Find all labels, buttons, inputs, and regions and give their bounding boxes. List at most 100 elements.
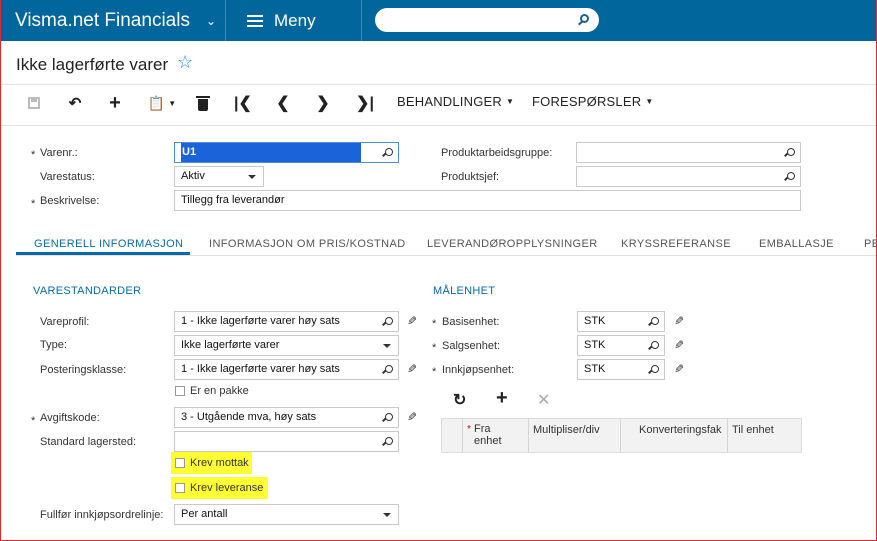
edit-pencil-icon[interactable]: ✎ xyxy=(407,410,417,424)
search-icon[interactable] xyxy=(385,148,393,156)
product-manager-label: Produktsjef: xyxy=(441,171,500,183)
inquiries-menu[interactable]: FORESPØRSLER ▼ xyxy=(532,94,653,109)
tax-code-value: 3 - Utgående mva, høy sats xyxy=(181,411,317,423)
item-no-value: U1 xyxy=(181,143,361,162)
description-field[interactable]: Tillegg fra leverandør xyxy=(174,190,801,211)
product-group-field[interactable] xyxy=(576,142,801,163)
caret-down-icon: ▼ xyxy=(645,97,654,106)
copy-paste-button[interactable]: 📋 ▼ xyxy=(146,92,178,114)
edit-pencil-icon[interactable]: ✎ xyxy=(674,338,684,352)
complete-po-line-select[interactable]: Per antall xyxy=(174,504,399,525)
dropdown-arrow-icon xyxy=(248,175,256,179)
default-warehouse-field[interactable] xyxy=(174,431,399,452)
tab-vendor-details[interactable]: LEVERANDØROPPLYSNINGER xyxy=(427,238,598,250)
is-kit-checkbox[interactable] xyxy=(175,386,185,396)
required-mark: * xyxy=(31,149,36,161)
grid-row-selector xyxy=(442,419,462,452)
save-button[interactable] xyxy=(26,92,42,114)
require-shipment-checkbox[interactable] xyxy=(175,483,185,493)
add-button[interactable]: + xyxy=(106,92,124,114)
type-label: Type: xyxy=(40,339,67,351)
favorite-star-icon[interactable]: ☆ xyxy=(177,52,193,73)
trash-icon xyxy=(196,95,210,111)
search-icon[interactable] xyxy=(651,317,659,325)
required-mark: * xyxy=(467,424,471,435)
tax-code-field[interactable]: 3 - Utgående mva, høy sats xyxy=(174,407,399,428)
main-menu-button[interactable]: Meny xyxy=(227,0,362,41)
product-manager-field[interactable] xyxy=(576,166,801,187)
item-class-field[interactable]: 1 - Ikke lagerførte varer høy sats xyxy=(174,311,399,332)
divider xyxy=(16,255,877,256)
search-icon[interactable] xyxy=(385,365,393,373)
first-icon: |❮ xyxy=(234,95,252,112)
item-no-label: Varenr.: xyxy=(40,147,78,159)
chevron-left-icon: ❮ xyxy=(276,95,290,112)
edit-pencil-icon[interactable]: ✎ xyxy=(674,362,684,376)
grid-header-to-unit[interactable]: Til enhet xyxy=(727,419,801,452)
posting-class-field[interactable]: 1 - Ikke lagerførte varer høy sats xyxy=(174,359,399,380)
page-title: Ikke lagerførte varer xyxy=(16,55,169,74)
default-warehouse-label: Standard lagersted: xyxy=(40,436,137,448)
edit-pencil-icon[interactable]: ✎ xyxy=(407,314,417,328)
dropdown-arrow-icon xyxy=(383,344,391,348)
sales-unit-label: Salgsenhet: xyxy=(442,340,501,352)
undo-icon: ↶ xyxy=(68,95,82,112)
tab-price-cost-info[interactable]: INFORMASJON OM PRIS/KOSTNAD xyxy=(209,238,406,250)
caret-down-icon: ▼ xyxy=(168,98,177,108)
app-switcher[interactable]: Visma.net Financials ⌄ xyxy=(0,0,226,41)
base-unit-field[interactable]: STK xyxy=(577,311,665,332)
dropdown-arrow-icon xyxy=(383,513,391,517)
sales-unit-field[interactable]: STK xyxy=(577,335,665,356)
actions-menu[interactable]: BEHANDLINGER ▼ xyxy=(397,94,514,109)
undo-button[interactable]: ↶ xyxy=(66,92,84,114)
search-icon[interactable] xyxy=(385,413,393,421)
tab-general-info[interactable]: GENERELL INFORMASJON xyxy=(34,238,183,250)
edit-pencil-icon[interactable]: ✎ xyxy=(674,314,684,328)
purchase-unit-field[interactable]: STK xyxy=(577,359,665,380)
status-value: Aktiv xyxy=(181,170,205,182)
add-row-icon[interactable]: + xyxy=(496,387,508,410)
type-select[interactable]: Ikke lagerførte varer xyxy=(174,335,399,356)
uom-title: MÅLENHET xyxy=(433,285,496,297)
search-icon[interactable] xyxy=(651,341,659,349)
required-mark: * xyxy=(432,342,437,354)
search-icon[interactable] xyxy=(385,437,393,445)
caret-down-icon: ▼ xyxy=(505,97,515,106)
chevron-right-icon: ❯ xyxy=(316,95,330,112)
require-receipt-label: Krev mottak xyxy=(190,457,249,469)
actions-label: BEHANDLINGER xyxy=(397,94,502,109)
refresh-icon[interactable]: ↻ xyxy=(453,390,466,410)
global-search-input[interactable] xyxy=(375,8,599,32)
grid-header-from-unit[interactable]: * Fra enhet xyxy=(462,419,528,452)
status-label: Varestatus: xyxy=(40,171,95,183)
chevron-down-icon: ⌄ xyxy=(205,13,217,28)
complete-po-line-label: Fullfør innkjøpsordrelinje: xyxy=(40,509,164,521)
purchase-unit-value: STK xyxy=(584,363,606,375)
grid-header-conversion-factor[interactable]: Konverteringsfak xyxy=(620,419,727,452)
base-unit-value: STK xyxy=(584,315,606,327)
previous-record-button[interactable]: ❮ xyxy=(276,92,290,114)
last-record-button[interactable]: ❯| xyxy=(356,92,374,114)
search-icon[interactable] xyxy=(385,317,393,325)
required-mark: * xyxy=(31,198,36,210)
tab-more[interactable]: PE xyxy=(864,238,877,250)
required-mark: * xyxy=(432,366,437,378)
item-no-field[interactable]: U1 xyxy=(174,142,399,163)
delete-button[interactable] xyxy=(195,92,211,114)
complete-po-line-value: Per antall xyxy=(181,508,228,520)
grid-header-multiply-divide[interactable]: Multipliser/div xyxy=(528,419,620,452)
require-receipt-checkbox[interactable] xyxy=(175,458,185,468)
search-icon[interactable] xyxy=(651,365,659,373)
tab-cross-reference[interactable]: KRYSSREFERANSE xyxy=(621,238,731,250)
search-icon[interactable] xyxy=(580,14,589,23)
search-icon[interactable] xyxy=(787,172,795,180)
sales-unit-value: STK xyxy=(584,339,606,351)
status-select[interactable]: Aktiv xyxy=(174,166,264,187)
next-record-button[interactable]: ❯ xyxy=(316,92,330,114)
first-record-button[interactable]: |❮ xyxy=(234,92,252,114)
tab-packaging[interactable]: EMBALLASJE xyxy=(759,238,834,250)
require-shipment-label: Krev leveranse xyxy=(190,482,264,494)
search-icon[interactable] xyxy=(787,148,795,156)
delete-row-icon: ✕ xyxy=(537,392,551,409)
edit-pencil-icon[interactable]: ✎ xyxy=(407,362,417,376)
